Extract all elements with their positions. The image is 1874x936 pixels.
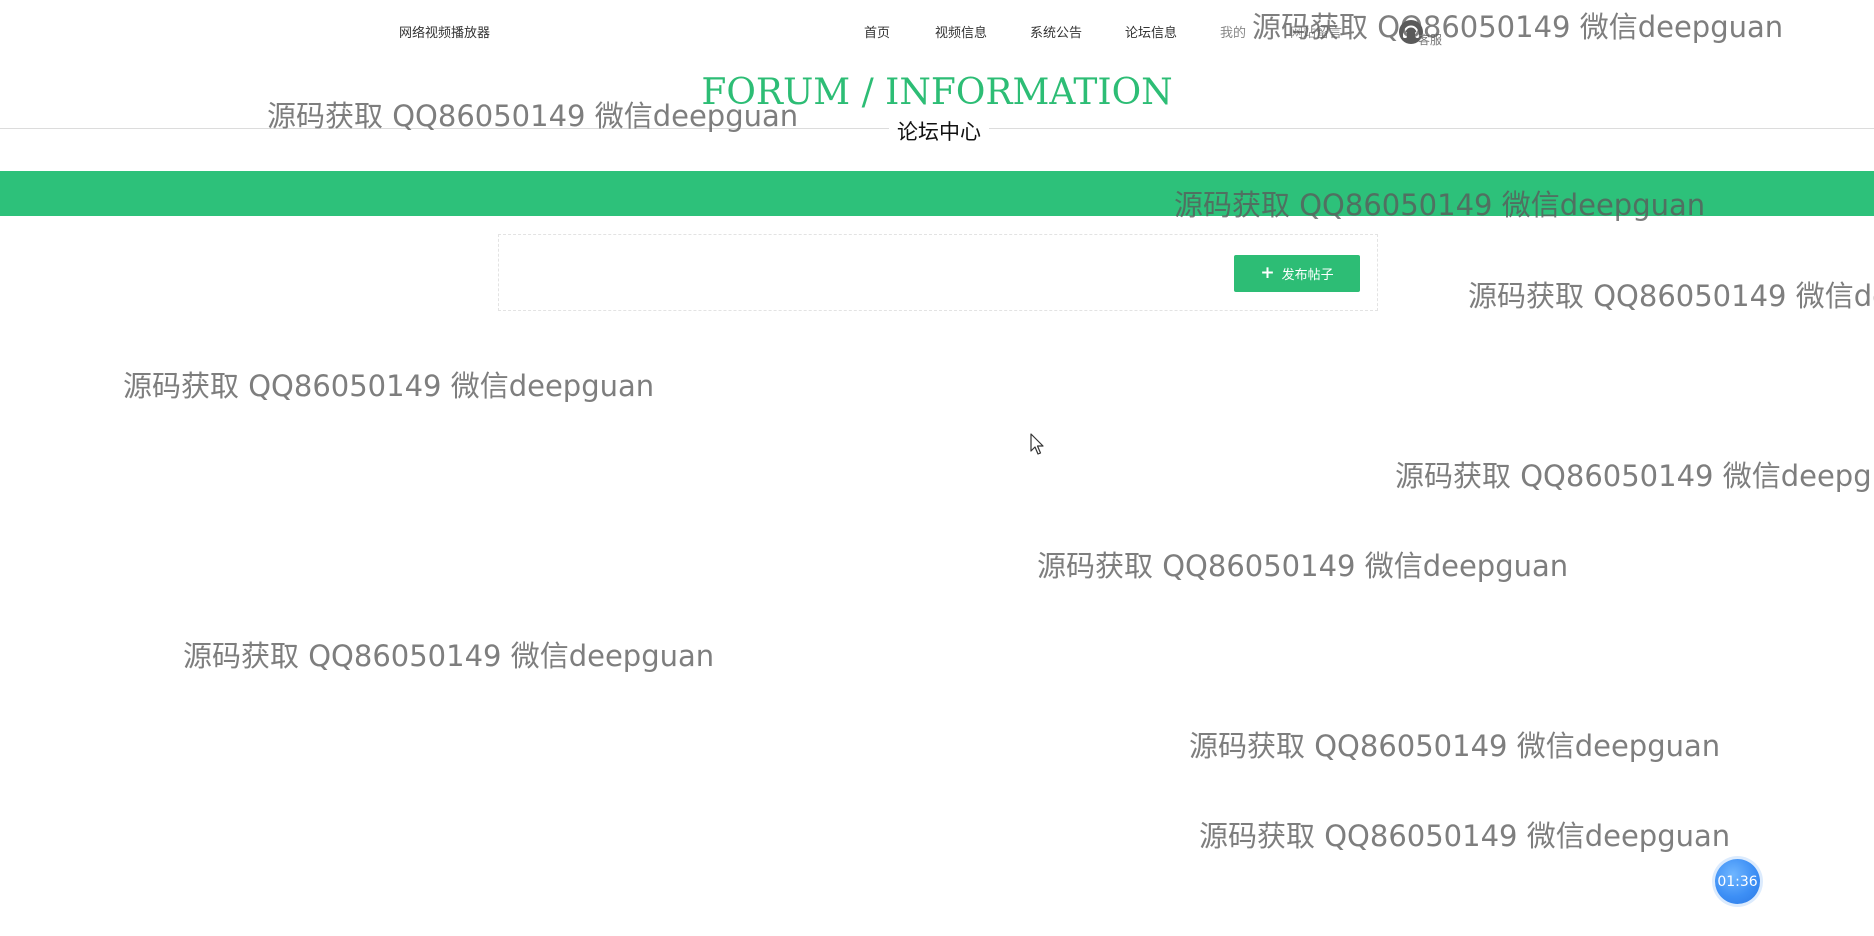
mouse-cursor-icon	[1030, 433, 1044, 455]
nav-item-videos[interactable]: 视频信息	[935, 22, 987, 41]
nav-item-home[interactable]: 首页	[864, 22, 890, 41]
nav-item-messages[interactable]: 网站留言	[1290, 22, 1342, 41]
customer-service-label: 客服	[1418, 32, 1443, 47]
watermark-text: 源码获取 QQ86050149 微信deepguan	[183, 639, 715, 673]
site-name[interactable]: 网络视频播放器	[399, 22, 490, 41]
watermark-text: 源码获取 QQ86050149 微信deepguan	[1199, 819, 1731, 853]
watermark-text: 源码获取 QQ86050149 微信deepguan	[1189, 729, 1721, 763]
forum-page: 网络视频播放器 首页 视频信息 系统公告 论坛信息 我的 网站留言 客服 FOR…	[0, 0, 1874, 936]
nav-item-mine[interactable]: 我的	[1220, 22, 1246, 41]
watermark-text: 源码获取 QQ86050149 微信deepguan	[1037, 549, 1569, 583]
watermark-text: 源码获取 QQ86050149 微信deepguan	[123, 369, 655, 403]
publish-post-button[interactable]: + 发布帖子	[1234, 255, 1360, 292]
page-title-cn: 论坛中心	[889, 116, 989, 146]
customer-service-button[interactable]: 客服	[1398, 19, 1443, 47]
green-banner-strip	[0, 171, 1874, 216]
floating-timer[interactable]: 01:36	[1715, 859, 1760, 904]
page-title-cn-wrap: 论坛中心	[0, 116, 1874, 146]
publish-post-label: 发布帖子	[1281, 268, 1334, 283]
plus-icon: +	[1260, 263, 1275, 283]
watermark-text: 源码获取 QQ86050149 微信deepguan	[1468, 279, 1874, 313]
watermark-text: 源码获取 QQ86050149 微信deepguan	[1395, 459, 1874, 493]
page-title-en: FORUM / INFORMATION	[701, 72, 1173, 113]
nav-item-forum[interactable]: 论坛信息	[1125, 22, 1177, 41]
nav-item-announcements[interactable]: 系统公告	[1030, 22, 1082, 41]
